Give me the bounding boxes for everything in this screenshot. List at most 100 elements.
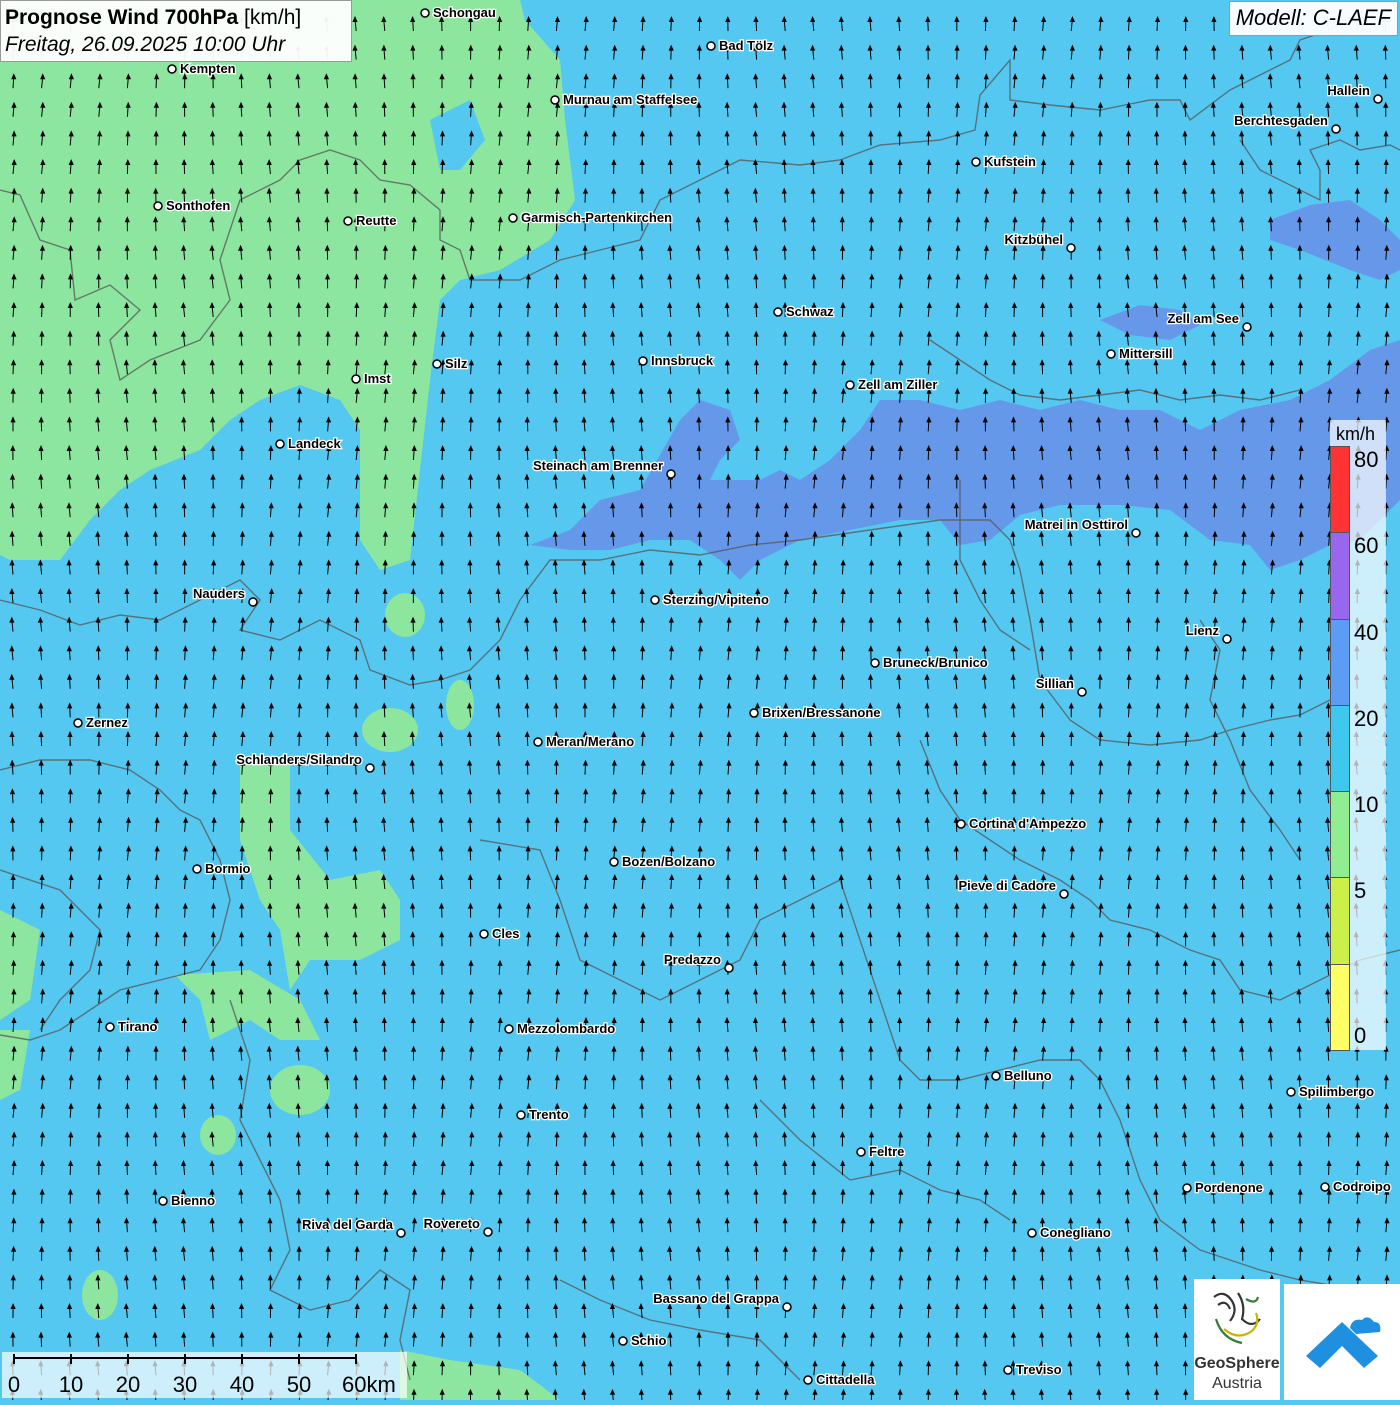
city-sonthofen: Sonthofen — [154, 198, 230, 213]
map-title: Prognose Wind 700hPa [km/h] — [5, 4, 347, 31]
scale-tick-label: 20 — [116, 1372, 140, 1397]
weather-app-logo — [1284, 1284, 1400, 1400]
legend-segment — [1330, 532, 1350, 619]
city-label: Garmisch-Partenkirchen — [521, 210, 672, 225]
mountain-cloud-icon — [1284, 1284, 1400, 1400]
city-dot — [421, 9, 429, 17]
city-label: Riva del Garda — [302, 1217, 394, 1232]
city-label: Feltre — [869, 1144, 904, 1159]
city-dot — [106, 1023, 114, 1031]
city-dot — [1060, 890, 1068, 898]
city-dot — [783, 1303, 791, 1311]
city-innsbruck: Innsbruck — [639, 353, 714, 368]
city-dot — [168, 65, 176, 73]
city-dot — [397, 1229, 405, 1237]
city-zell-am-ziller: Zell am Ziller — [846, 377, 937, 392]
city-label: Bozen/Bolzano — [622, 854, 715, 869]
city-dot — [972, 158, 980, 166]
city-label: Cortina d'Ampezzo — [969, 816, 1086, 831]
scale-bar: 0102030405060km — [2, 1352, 407, 1398]
city-dot — [517, 1111, 525, 1119]
city-dot — [1223, 635, 1231, 643]
city-dot — [1004, 1366, 1012, 1374]
city-dot — [804, 1376, 812, 1384]
city-label: Cittadella — [816, 1372, 875, 1387]
city-dot — [159, 1197, 167, 1205]
city-label: Codroipo — [1333, 1179, 1391, 1194]
city-dot — [1183, 1184, 1191, 1192]
city-label: Zernez — [86, 715, 128, 730]
city-dot — [1374, 95, 1382, 103]
city-label: Sonthofen — [166, 198, 230, 213]
city-label: Pieve di Cadore — [958, 878, 1056, 893]
city-dot — [433, 360, 441, 368]
legend-segment — [1330, 619, 1350, 706]
map-title-box: Prognose Wind 700hPa [km/h] Freitag, 26.… — [0, 0, 352, 62]
forecast-datetime: Freitag, 26.09.2025 10:00 Uhr — [5, 31, 347, 58]
city-dot — [484, 1228, 492, 1236]
scale-tick-label: 0 — [8, 1372, 20, 1397]
legend-color-bar: 051020406080 — [1330, 446, 1350, 1050]
city-pordenone: Pordenone — [1183, 1180, 1263, 1195]
city-label: Schongau — [433, 5, 496, 20]
color-legend: km/h 051020406080 — [1330, 420, 1386, 1050]
city-label: Predazzo — [664, 952, 721, 967]
city-label: Nauders — [193, 586, 245, 601]
city-label: Kitzbühel — [1005, 232, 1064, 247]
city-dot — [639, 357, 647, 365]
city-dot — [505, 1025, 513, 1033]
city-dot — [846, 381, 854, 389]
city-dot — [1067, 244, 1075, 252]
scale-tick-label: 50 — [287, 1372, 311, 1397]
legend-tick-label: 10 — [1354, 792, 1378, 818]
logo-text-line2: Austria — [1194, 1375, 1280, 1393]
city-label: Sterzing/Vipiteno — [663, 592, 769, 607]
city-label: Bassano del Grappa — [653, 1291, 779, 1306]
city-dot — [774, 308, 782, 316]
city-label: Bruneck/Brunico — [883, 655, 988, 670]
legend-tick-label: 20 — [1354, 706, 1378, 732]
city-label: Lienz — [1186, 623, 1220, 638]
city-label: Conegliano — [1040, 1225, 1111, 1240]
legend-segment — [1330, 446, 1350, 533]
city-dot — [344, 217, 352, 225]
legend-tick-label: 80 — [1354, 447, 1378, 473]
city-label: Schio — [631, 1333, 666, 1348]
legend-tick-label: 60 — [1354, 533, 1378, 559]
city-bruneck-brunico: Bruneck/Brunico — [871, 655, 988, 670]
scale-bar-graphic: 0102030405060km — [2, 1352, 407, 1398]
city-label: Steinach am Brenner — [533, 458, 663, 473]
city-mezzolombardo: Mezzolombardo — [505, 1021, 615, 1036]
city-label: Innsbruck — [651, 353, 714, 368]
city-dot — [871, 659, 879, 667]
city-meran-merano: Meran/Merano — [534, 734, 634, 749]
city-spilimbergo: Spilimbergo — [1287, 1084, 1374, 1099]
city-label: Matrei in Osttirol — [1025, 517, 1128, 532]
city-label: Cles — [492, 926, 519, 941]
city-dot — [857, 1148, 865, 1156]
geosphere-logo: GeoSphere Austria — [1194, 1279, 1280, 1400]
city-dot — [707, 42, 715, 50]
legend-segment — [1330, 964, 1350, 1051]
city-label: Spilimbergo — [1299, 1084, 1374, 1099]
city-label: Kufstein — [984, 154, 1036, 169]
city-dot — [992, 1072, 1000, 1080]
city-dot — [750, 709, 758, 717]
city-sterzing-vipiteno: Sterzing/Vipiteno — [651, 592, 769, 607]
scale-tick-label: 10 — [59, 1372, 83, 1397]
city-cortina-d-ampezzo: Cortina d'Ampezzo — [957, 816, 1086, 831]
city-dot — [551, 96, 559, 104]
city-dot — [276, 440, 284, 448]
city-label: Brixen/Bressanone — [762, 705, 881, 720]
city-dot — [534, 738, 542, 746]
city-dot — [1243, 323, 1251, 331]
model-label: Modell: C-LAEF — [1229, 1, 1398, 36]
city-dot — [1332, 125, 1340, 133]
city-brixen-bressanone: Brixen/Bressanone — [750, 705, 881, 720]
city-label: Reutte — [356, 213, 396, 228]
city-dot — [74, 719, 82, 727]
city-garmisch-partenkirchen: Garmisch-Partenkirchen — [509, 210, 672, 225]
city-dot — [1078, 688, 1086, 696]
legend-tick-label: 5 — [1354, 878, 1366, 904]
city-label: Berchtesgaden — [1234, 113, 1328, 128]
